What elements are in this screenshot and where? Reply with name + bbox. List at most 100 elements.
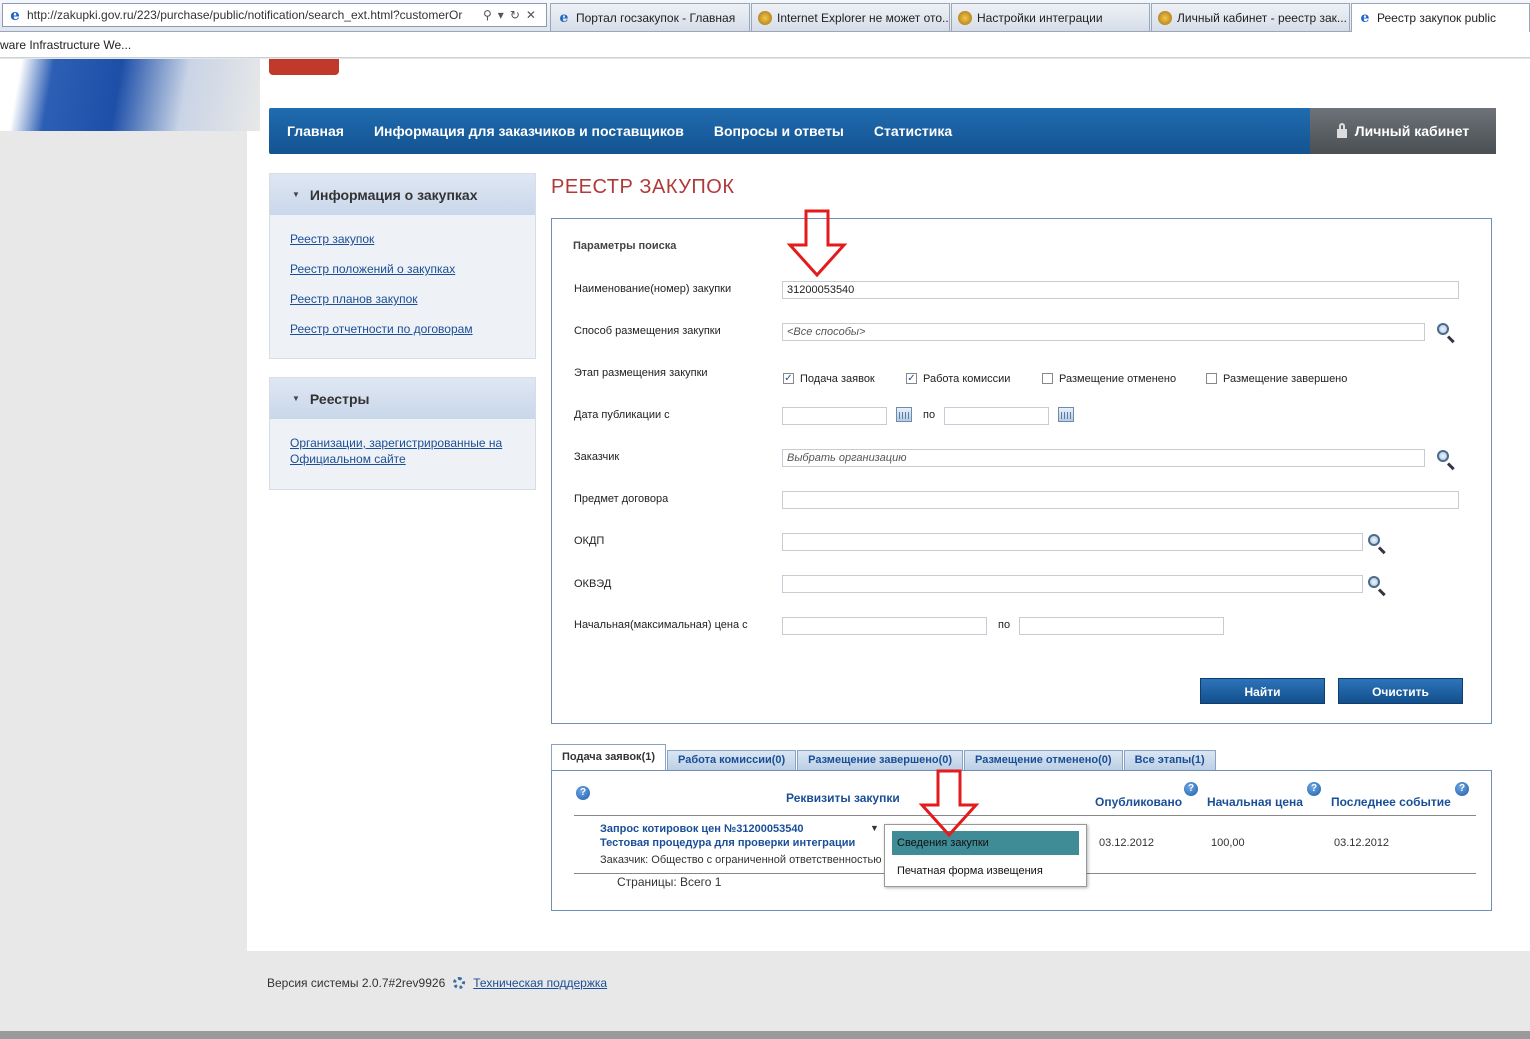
- help-icon[interactable]: ?: [1184, 782, 1198, 796]
- emblem-icon: [758, 10, 772, 25]
- sidebar-title: Информация о закупках: [309, 186, 478, 203]
- customer-input[interactable]: Выбрать организацию: [782, 449, 1425, 467]
- favorites-item[interactable]: ware Infrastructure We...: [0, 38, 131, 52]
- tab-submission[interactable]: Подача заявок(1): [551, 744, 667, 770]
- stage-checkbox-commission[interactable]: ✓: [906, 373, 917, 384]
- tab-completed[interactable]: Размещение завершено(0): [797, 750, 964, 770]
- nav-home[interactable]: Главная: [287, 123, 344, 139]
- stage-checkbox-cancelled[interactable]: [1042, 373, 1053, 384]
- search-icon[interactable]: [1436, 449, 1456, 469]
- tab-label: Настройки интеграции: [977, 10, 1103, 25]
- search-form: Параметры поиска Наименование(номер) зак…: [551, 218, 1492, 724]
- purchase-name-input[interactable]: 31200053540: [782, 281, 1459, 299]
- sidebar-header[interactable]: ▼ Информация о закупках: [270, 174, 535, 215]
- refresh-icon[interactable]: ↻: [510, 8, 520, 22]
- chevron-down-icon[interactable]: ▼: [870, 823, 879, 833]
- address-bar[interactable]: e http://zakupki.gov.ru/223/purchase/pub…: [2, 3, 547, 27]
- tab-cabinet[interactable]: Личный кабинет - реестр зак...: [1151, 3, 1350, 31]
- link-plans-registry[interactable]: Реестр планов закупок: [290, 291, 515, 307]
- sidebar-registries: ▼ Реестры Организации, зарегистрированны…: [269, 377, 536, 490]
- price-to-input[interactable]: [1019, 617, 1224, 635]
- tab-all-stages[interactable]: Все этапы(1): [1123, 750, 1216, 770]
- search-icon[interactable]: [1367, 533, 1387, 553]
- help-icon[interactable]: ?: [1307, 782, 1321, 796]
- name-label: Наименование(номер) закупки: [574, 283, 732, 295]
- col-requisites: Реквизиты закупки: [786, 791, 900, 805]
- tab-portal[interactable]: e Портал госзакупок - Главная: [550, 3, 750, 31]
- favorites-bar: ware Infrastructure We...: [0, 32, 1530, 58]
- okved-input[interactable]: [782, 575, 1363, 593]
- purchase-title-link[interactable]: Запрос котировок цен №31200053540: [600, 823, 804, 835]
- method-select[interactable]: <Все способы>: [782, 323, 1425, 341]
- tab-integration-settings[interactable]: Настройки интеграции: [951, 3, 1150, 31]
- stage-label-completed: Размещение завершено: [1223, 373, 1348, 385]
- tab-label: Личный кабинет - реестр зак...: [1177, 10, 1347, 25]
- stage-checkbox-submission[interactable]: ✓: [783, 373, 794, 384]
- search-params-label: Параметры поиска: [573, 240, 677, 252]
- sidebar-header[interactable]: ▼ Реестры: [270, 378, 535, 419]
- help-icon[interactable]: ?: [576, 786, 590, 800]
- nav-stats[interactable]: Статистика: [874, 123, 952, 139]
- stage-label-cancelled: Размещение отменено: [1059, 373, 1177, 385]
- sidebar-purchases-info: ▼ Информация о закупках Реестр закупок Р…: [269, 173, 536, 359]
- clear-button[interactable]: Очистить: [1338, 678, 1463, 704]
- date-to-label: по: [923, 409, 936, 421]
- caret-down-icon: ▼: [292, 394, 300, 403]
- divider: [574, 815, 1476, 816]
- result-tabs: Подача заявок(1) Работа комиссии(0) Разм…: [551, 744, 1217, 770]
- link-organizations[interactable]: Организации, зарегистрированные на Офици…: [290, 435, 515, 467]
- lock-icon: [1336, 122, 1347, 138]
- support-link[interactable]: Техническая поддержка: [473, 976, 607, 990]
- link-purchase-registry[interactable]: Реестр закупок: [290, 231, 515, 247]
- emblem-icon: [958, 10, 972, 25]
- menu-item-print-form[interactable]: Печатная форма извещения: [897, 865, 1043, 877]
- stage-label-commission: Работа комиссии: [923, 373, 1011, 385]
- emblem-icon: [1158, 10, 1172, 25]
- dropdown-icon[interactable]: ▾: [498, 8, 504, 22]
- date-from-input[interactable]: [782, 407, 887, 425]
- stage-checkbox-completed[interactable]: [1206, 373, 1217, 384]
- ie-icon: e: [559, 9, 569, 26]
- link-reports-registry[interactable]: Реестр отчетности по договорам: [290, 321, 515, 337]
- tab-registry-public[interactable]: e Реестр закупок public: [1351, 3, 1530, 32]
- nav-faq[interactable]: Вопросы и ответы: [714, 123, 844, 139]
- page: Главная Информация для заказчиков и пост…: [0, 59, 1530, 1031]
- col-published[interactable]: Опубликовано: [1095, 795, 1182, 809]
- annotation-arrow: [918, 769, 980, 838]
- main-nav: Главная Информация для заказчиков и пост…: [269, 108, 1496, 154]
- col-last-event[interactable]: Последнее событие: [1331, 795, 1451, 809]
- personal-cabinet-button[interactable]: Личный кабинет: [1310, 108, 1496, 154]
- search-icon[interactable]: ⚲: [483, 8, 492, 22]
- tab-cancelled[interactable]: Размещение отменено(0): [964, 750, 1123, 770]
- search-icon[interactable]: [1367, 575, 1387, 595]
- pagination: Страницы: Всего 1: [617, 875, 722, 889]
- close-icon[interactable]: ✕: [526, 8, 536, 22]
- date-to-input[interactable]: [944, 407, 1049, 425]
- tab-ie-error[interactable]: Internet Explorer не может ото...: [751, 3, 950, 31]
- stage-label-submission: Подача заявок: [800, 373, 875, 385]
- price-to-label: по: [998, 619, 1011, 631]
- calendar-icon[interactable]: [896, 407, 912, 422]
- gear-icon: [453, 977, 466, 989]
- price-from-input[interactable]: [782, 617, 987, 635]
- status-bar: [0, 1031, 1530, 1039]
- okved-label: ОКВЭД: [574, 578, 612, 590]
- nav-info[interactable]: Информация для заказчиков и поставщиков: [374, 123, 684, 139]
- sidebar-title: Реестры: [309, 390, 370, 407]
- tab-commission[interactable]: Работа комиссии(0): [667, 750, 797, 770]
- find-button[interactable]: Найти: [1200, 678, 1325, 704]
- okdp-input[interactable]: [782, 533, 1363, 551]
- method-label: Способ размещения закупки: [574, 325, 721, 337]
- help-icon[interactable]: ?: [1455, 782, 1469, 796]
- purchase-name-link[interactable]: Тестовая процедура для проверки интеграц…: [600, 837, 855, 849]
- published-date: 03.12.2012: [1099, 837, 1155, 849]
- page-title: РЕЕСТР ЗАКУПОК: [551, 176, 735, 198]
- link-regulations-registry[interactable]: Реестр положений о закупках: [290, 261, 515, 277]
- subject-input[interactable]: [782, 491, 1459, 509]
- calendar-icon[interactable]: [1058, 407, 1074, 422]
- search-icon[interactable]: [1436, 322, 1456, 342]
- address-text[interactable]: http://zakupki.gov.ru/223/purchase/publi…: [27, 8, 477, 22]
- row-actions-menu: Сведения закупки Печатная форма извещени…: [884, 824, 1087, 887]
- customer-label: Заказчик: [574, 451, 620, 463]
- col-price[interactable]: Начальная цена: [1207, 795, 1303, 809]
